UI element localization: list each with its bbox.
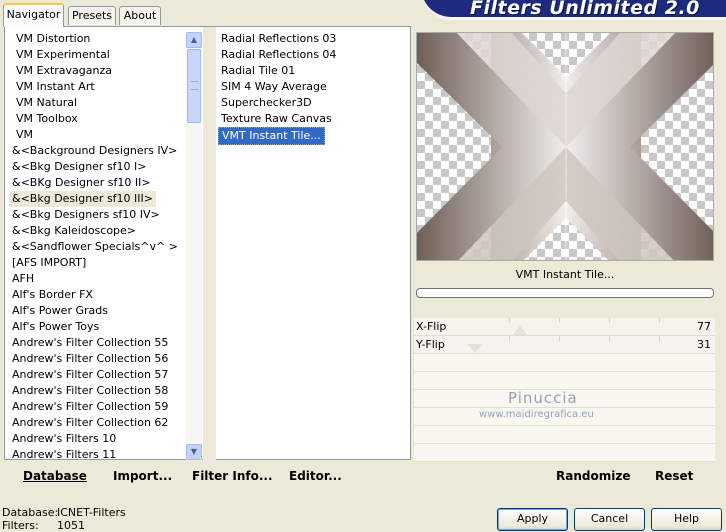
- watermark-name: Pinuccia: [508, 389, 578, 407]
- slider-thumb-x-flip[interactable]: [511, 326, 528, 335]
- category-item[interactable]: Andrew's Filters 11: [9, 447, 119, 460]
- category-item[interactable]: Andrew's Filter Collection 62: [9, 415, 171, 431]
- tab-about[interactable]: About: [119, 6, 161, 25]
- category-item[interactable]: VM Distortion: [13, 31, 93, 47]
- category-item[interactable]: Alf's Power Grads: [9, 303, 111, 319]
- category-item[interactable]: VM Toolbox: [13, 111, 81, 127]
- category-item[interactable]: VM Natural: [13, 95, 80, 111]
- slider-value-x-flip: 77: [697, 320, 711, 333]
- slider-empty: [414, 372, 715, 390]
- tab-navigator[interactable]: Navigator: [3, 3, 64, 27]
- filter-item[interactable]: Radial Reflections 04: [218, 47, 339, 63]
- slider-tick: [659, 318, 660, 323]
- import-button[interactable]: Import...: [113, 469, 172, 483]
- category-item[interactable]: Andrew's Filter Collection 56: [9, 351, 171, 367]
- category-item[interactable]: Andrew's Filters 10: [9, 431, 119, 447]
- filter-item[interactable]: Radial Tile 01: [218, 63, 298, 79]
- filter-item[interactable]: Texture Raw Canvas: [218, 111, 335, 127]
- category-item[interactable]: VM: [13, 127, 36, 143]
- filter-item[interactable]: Radial Reflections 03: [218, 31, 339, 47]
- left-toolbar: Database Import... Filter Info... Editor…: [4, 462, 411, 490]
- category-item[interactable]: Alf's Border FX: [9, 287, 96, 303]
- category-item[interactable]: AFH: [9, 271, 37, 287]
- cancel-button[interactable]: Cancel: [574, 508, 645, 531]
- slider-label: X-Flip: [416, 320, 447, 333]
- slider-tick: [559, 318, 560, 323]
- filter-info-button[interactable]: Filter Info...: [192, 469, 273, 483]
- list-divider: [203, 27, 216, 460]
- status-database-label: Database:: [2, 506, 59, 519]
- category-item[interactable]: &<Bkg Designers sf10 IV>: [9, 207, 163, 223]
- right-toolbar: Randomize Reset: [414, 462, 715, 490]
- slider-tick: [609, 318, 610, 323]
- progress-bar: [416, 288, 714, 298]
- slider-tick: [609, 336, 610, 341]
- category-item[interactable]: &<Sandflower Specials^v^ >: [9, 239, 181, 255]
- category-list[interactable]: VM Distortion VM Experimental VM Extravaga…: [6, 31, 186, 460]
- category-item[interactable]: [AFS IMPORT]: [9, 255, 89, 271]
- category-item[interactable]: Andrew's Filter Collection 59: [9, 399, 171, 415]
- slider-empty: [414, 444, 715, 462]
- reset-button[interactable]: Reset: [655, 469, 693, 483]
- watermark-url: www.maidiregrafica.eu: [479, 409, 594, 420]
- tab-presets[interactable]: Presets: [68, 6, 116, 25]
- scrollbar-thumb[interactable]: [187, 49, 201, 123]
- database-button[interactable]: Database: [23, 469, 87, 483]
- slider-value-y-flip: 31: [697, 338, 711, 351]
- app-title: Filters Unlimited 2.0: [470, 0, 700, 19]
- preview-image: [416, 32, 714, 261]
- filter-item[interactable]: SIM 4 Way Average: [218, 79, 330, 95]
- slider-label: Y-Flip: [416, 338, 445, 351]
- category-item[interactable]: Alf's Power Toys: [9, 319, 102, 335]
- slider-x-flip[interactable]: X-Flip 77: [414, 318, 715, 336]
- category-item[interactable]: &<Bkg Designer sf10 I>: [9, 159, 150, 175]
- help-button[interactable]: Help: [651, 508, 722, 531]
- category-item[interactable]: &<Bkg Kaleidoscope>: [9, 223, 139, 239]
- filter-list[interactable]: Radial Reflections 03 Radial Reflections …: [217, 31, 410, 460]
- status-filters-label: Filters:: [2, 519, 39, 532]
- category-item[interactable]: Andrew's Filter Collection 57: [9, 367, 171, 383]
- preview-filter-name: VMT Instant Tile...: [515, 268, 615, 281]
- slider-thumb-y-flip[interactable]: [466, 344, 483, 353]
- category-item[interactable]: VM Instant Art: [13, 79, 98, 95]
- scroll-down-icon[interactable]: ▼: [186, 444, 202, 460]
- category-item[interactable]: Andrew's Filter Collection 58: [9, 383, 171, 399]
- category-item[interactable]: Andrew's Filter Collection 55: [9, 335, 171, 351]
- slider-tick: [509, 318, 510, 323]
- apply-button[interactable]: Apply: [497, 508, 568, 531]
- status-database-value: ICNET-Filters: [57, 506, 126, 519]
- slider-tick: [559, 336, 560, 341]
- slider-empty: [414, 426, 715, 444]
- category-item[interactable]: VM Extravaganza: [13, 63, 115, 79]
- category-item[interactable]: &<Bkg Designer sf10 III>: [9, 191, 157, 207]
- category-item[interactable]: &<Background Designers IV>: [9, 143, 180, 159]
- randomize-button[interactable]: Randomize: [556, 469, 630, 483]
- scroll-up-icon[interactable]: ▲: [186, 32, 202, 48]
- status-filters-value: 1051: [57, 519, 85, 532]
- editor-button[interactable]: Editor...: [289, 469, 342, 483]
- slider-tick: [509, 336, 510, 341]
- category-item[interactable]: &<BKg Designer sf10 II>: [9, 175, 154, 191]
- filter-item[interactable]: Superchecker3D: [218, 95, 315, 111]
- filter-item[interactable]: VMT Instant Tile...: [218, 127, 325, 145]
- slider-tick: [659, 336, 660, 341]
- category-item[interactable]: VM Experimental: [13, 47, 113, 63]
- slider-y-flip[interactable]: Y-Flip 31: [414, 336, 715, 354]
- slider-empty: [414, 354, 715, 372]
